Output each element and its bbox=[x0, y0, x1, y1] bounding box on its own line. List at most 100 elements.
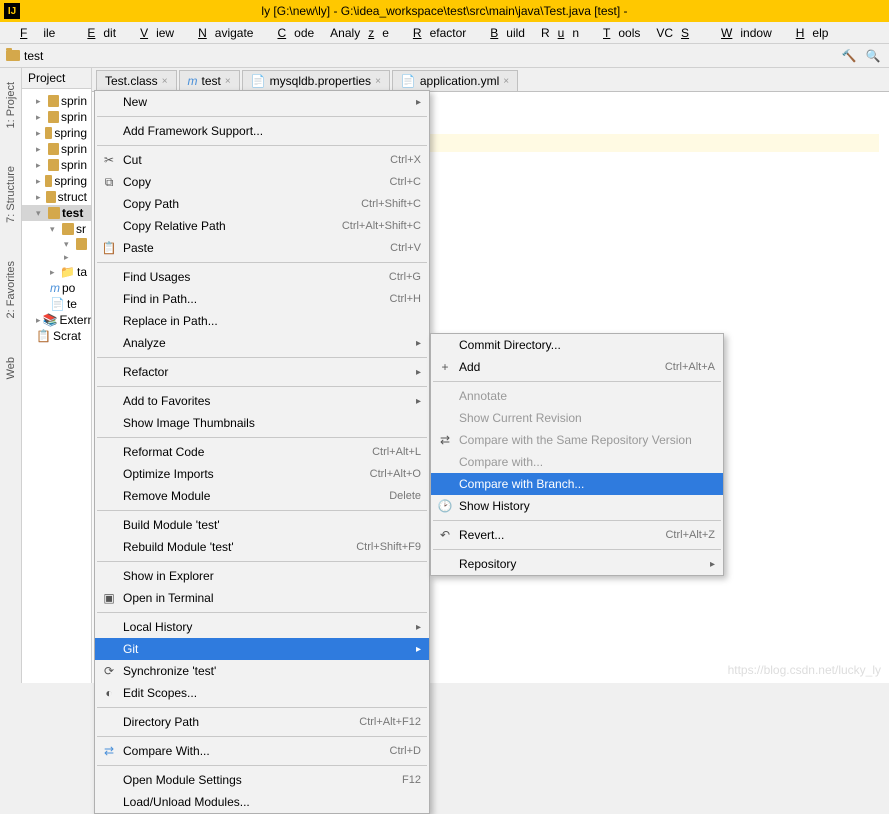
ctx-copy-relative-path[interactable]: Copy Relative PathCtrl+Alt+Shift+C bbox=[95, 215, 429, 237]
menu-help[interactable]: Help bbox=[780, 24, 837, 42]
tab-test[interactable]: mtest× bbox=[179, 70, 240, 91]
ij-logo-icon: IJ bbox=[4, 3, 20, 19]
menu-navigate[interactable]: Navigate bbox=[182, 24, 261, 42]
tree-item-test[interactable]: ▾test bbox=[22, 205, 91, 221]
tree-item[interactable]: ▸sprin bbox=[22, 109, 91, 125]
ctx-optimize-imports[interactable]: Optimize ImportsCtrl+Alt+O bbox=[95, 463, 429, 485]
watermark: https://blog.csdn.net/lucky_ly bbox=[728, 663, 881, 677]
tree-item[interactable]: ▸sprin bbox=[22, 93, 91, 109]
ctx-cut[interactable]: ✂CutCtrl+X bbox=[95, 149, 429, 171]
ctx-load-unload[interactable]: Load/Unload Modules... bbox=[95, 791, 429, 813]
git-compare-with-branch[interactable]: Compare with Branch... bbox=[431, 473, 723, 495]
tree-item[interactable]: 📄te bbox=[22, 296, 91, 312]
hammer-icon[interactable]: 🔨 bbox=[839, 46, 859, 66]
tree-item[interactable]: 📋Scrat bbox=[22, 328, 91, 344]
ctx-directory-path[interactable]: Directory PathCtrl+Alt+F12 bbox=[95, 711, 429, 733]
close-icon[interactable]: × bbox=[225, 76, 231, 87]
ctx-find-usages[interactable]: Find UsagesCtrl+G bbox=[95, 266, 429, 288]
ctx-git[interactable]: Git▸ bbox=[95, 638, 429, 660]
project-tree[interactable]: ▸sprin ▸sprin ▸spring ▸sprin ▸sprin ▸spr… bbox=[22, 89, 91, 348]
folder-icon bbox=[48, 143, 59, 155]
ctx-replace-in-path[interactable]: Replace in Path... bbox=[95, 310, 429, 332]
ctx-local-history[interactable]: Local History▸ bbox=[95, 616, 429, 638]
tree-item[interactable]: ▸📁ta bbox=[22, 264, 91, 280]
menu-vcs[interactable]: VCS bbox=[648, 24, 705, 42]
git-revert[interactable]: ↶Revert...Ctrl+Alt+Z bbox=[431, 524, 723, 546]
git-show-history[interactable]: 🕑Show History bbox=[431, 495, 723, 517]
tab-favorites[interactable]: 2: Favorites bbox=[3, 257, 19, 322]
tree-item[interactable]: ▸spring bbox=[22, 125, 91, 141]
ctx-compare-with[interactable]: ⇄Compare With...Ctrl+D bbox=[95, 740, 429, 762]
menu-file[interactable]: File bbox=[4, 24, 71, 42]
cut-icon: ✂ bbox=[101, 152, 117, 168]
ctx-build-module[interactable]: Build Module 'test' bbox=[95, 514, 429, 536]
folder-icon bbox=[48, 207, 60, 219]
folder-icon bbox=[62, 223, 74, 235]
ctx-add-framework[interactable]: Add Framework Support... bbox=[95, 120, 429, 142]
tree-item[interactable]: ▸spring bbox=[22, 173, 91, 189]
menu-view[interactable]: View bbox=[124, 24, 182, 42]
plus-icon: + bbox=[437, 359, 453, 375]
git-compare-same-repo: ⇄Compare with the Same Repository Versio… bbox=[431, 429, 723, 451]
git-commit-directory[interactable]: Commit Directory... bbox=[431, 334, 723, 356]
menu-build[interactable]: Build bbox=[474, 24, 533, 42]
close-icon[interactable]: × bbox=[503, 76, 509, 87]
menu-refactor[interactable]: Refactor bbox=[397, 24, 474, 42]
breadcrumb-project[interactable]: test bbox=[24, 49, 43, 63]
tab-project[interactable]: 1: Project bbox=[3, 78, 19, 132]
tree-item[interactable]: ▸sprin bbox=[22, 141, 91, 157]
close-icon[interactable]: × bbox=[162, 76, 168, 87]
copy-icon: ⧉ bbox=[101, 174, 117, 190]
ctx-copy[interactable]: ⧉CopyCtrl+C bbox=[95, 171, 429, 193]
tree-item[interactable]: ▾sr bbox=[22, 221, 91, 237]
ctx-new[interactable]: New▸ bbox=[95, 91, 429, 113]
scopes-icon: ◐ bbox=[101, 685, 117, 701]
tab-structure[interactable]: 7: Structure bbox=[3, 162, 19, 227]
tab-test-class[interactable]: Test.class× bbox=[96, 70, 177, 91]
tab-mysqldb[interactable]: 📄mysqldb.properties× bbox=[242, 70, 390, 91]
ctx-analyze[interactable]: Analyze▸ bbox=[95, 332, 429, 354]
tab-application-yml[interactable]: 📄application.yml× bbox=[392, 70, 518, 91]
folder-icon bbox=[48, 111, 59, 123]
tree-item[interactable]: ▸struct bbox=[22, 189, 91, 205]
ctx-paste[interactable]: 📋PasteCtrl+V bbox=[95, 237, 429, 259]
git-compare-with: Compare with... bbox=[431, 451, 723, 473]
tree-item[interactable]: ▸📚Extern bbox=[22, 312, 91, 328]
git-repository[interactable]: Repository▸ bbox=[431, 553, 723, 575]
menu-analyze[interactable]: Analyze bbox=[322, 24, 397, 42]
ctx-show-thumbnails[interactable]: Show Image Thumbnails bbox=[95, 412, 429, 434]
ctx-open-module-settings[interactable]: Open Module SettingsF12 bbox=[95, 769, 429, 791]
tree-item[interactable]: ▸sprin bbox=[22, 157, 91, 173]
ctx-refactor[interactable]: Refactor▸ bbox=[95, 361, 429, 383]
close-icon[interactable]: × bbox=[375, 76, 381, 87]
ctx-remove-module[interactable]: Remove ModuleDelete bbox=[95, 485, 429, 507]
menubar: File Edit View Navigate Code Analyze Ref… bbox=[0, 22, 889, 44]
menu-run[interactable]: Run bbox=[533, 24, 587, 42]
menu-tools[interactable]: Tools bbox=[587, 24, 648, 42]
file-tabs: Test.class× mtest× 📄mysqldb.properties× … bbox=[92, 68, 889, 92]
ctx-copy-path[interactable]: Copy PathCtrl+Shift+C bbox=[95, 193, 429, 215]
git-annotate: Annotate bbox=[431, 385, 723, 407]
search-icon[interactable]: 🔍 bbox=[863, 46, 883, 66]
ctx-find-in-path[interactable]: Find in Path...Ctrl+H bbox=[95, 288, 429, 310]
ctx-edit-scopes[interactable]: ◐Edit Scopes... bbox=[95, 682, 429, 704]
tree-item[interactable]: ▾ bbox=[22, 237, 91, 251]
window-title: ly [G:\new\ly] - G:\idea_workspace\test\… bbox=[261, 4, 627, 18]
menu-code[interactable]: Code bbox=[261, 24, 322, 42]
ctx-add-to-favorites[interactable]: Add to Favorites▸ bbox=[95, 390, 429, 412]
tree-item[interactable]: ▸ bbox=[22, 251, 91, 264]
ctx-open-terminal[interactable]: ▣Open in Terminal bbox=[95, 587, 429, 609]
ctx-rebuild-module[interactable]: Rebuild Module 'test'Ctrl+Shift+F9 bbox=[95, 536, 429, 558]
project-panel-header[interactable]: Project bbox=[22, 68, 91, 89]
menu-window[interactable]: Window bbox=[705, 24, 780, 42]
tree-item[interactable]: mpo bbox=[22, 280, 91, 296]
git-add[interactable]: +AddCtrl+Alt+A bbox=[431, 356, 723, 378]
menu-edit[interactable]: Edit bbox=[71, 24, 124, 42]
ctx-synchronize[interactable]: ⟳Synchronize 'test' bbox=[95, 660, 429, 682]
titlebar: IJ ly [G:\new\ly] - G:\idea_workspace\te… bbox=[0, 0, 889, 22]
tab-web[interactable]: Web bbox=[3, 353, 19, 383]
folder-icon bbox=[45, 127, 53, 139]
compare-icon: ⇄ bbox=[101, 743, 117, 759]
ctx-reformat-code[interactable]: Reformat CodeCtrl+Alt+L bbox=[95, 441, 429, 463]
ctx-show-in-explorer[interactable]: Show in Explorer bbox=[95, 565, 429, 587]
